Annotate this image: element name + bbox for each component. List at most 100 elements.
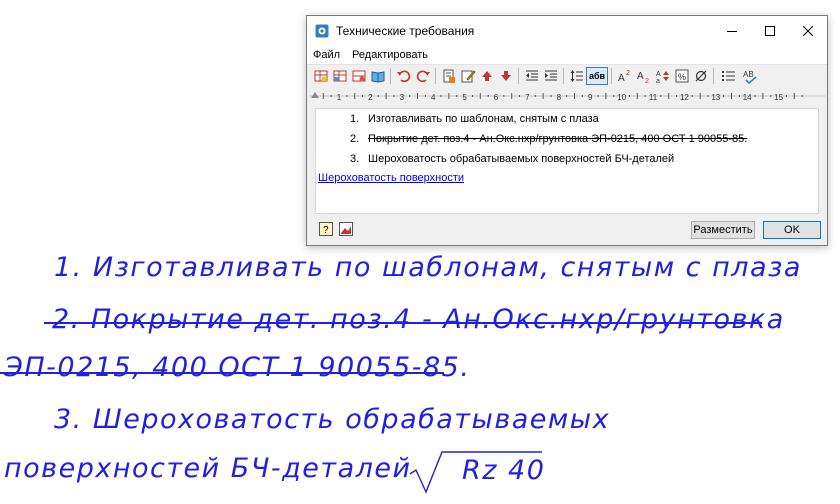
toolbar-separator	[390, 68, 391, 84]
diameter-icon	[695, 70, 706, 82]
edit-button[interactable]	[458, 67, 477, 85]
drawing-line-3b: поверхностей БЧ-деталей	[4, 453, 412, 484]
insert-table-button[interactable]	[311, 67, 330, 85]
undo-button[interactable]	[394, 67, 413, 85]
ruler-scale: 1 2 3 4 5 6 7 8 9 10 11 12 13 14 15	[309, 92, 825, 102]
roughness-value: Rz 40	[462, 455, 546, 486]
list-item: 2. Покрытие дет. поз.4 - Ан.Окс.нхр/грунт…	[350, 133, 747, 145]
subscript-icon: A2	[637, 71, 649, 84]
tech-requirements-dialog: Технические требования Файл Редактироват…	[306, 15, 828, 246]
toolbar: абв A2 A2 Aa % AB	[307, 64, 827, 87]
app-icon	[315, 24, 329, 38]
ruler-number: 7	[525, 93, 530, 102]
toolbar-separator	[611, 68, 612, 84]
ruler-number: 5	[462, 93, 467, 102]
ruler-number: 12	[680, 93, 689, 102]
insert-row-button[interactable]	[349, 67, 368, 85]
svg-text:2: 2	[645, 78, 649, 84]
ruler-number: 14	[743, 93, 752, 102]
text-editor[interactable]: 1. Изготавливать по шаблонам, снятым с пл…	[315, 108, 819, 214]
move-down-icon	[500, 71, 511, 81]
toolbar-separator	[713, 68, 714, 84]
toolbar-separator	[435, 68, 436, 84]
ruler-number: 6	[494, 93, 499, 102]
list-item-text: Изготавливать по шаблонам, снятым с плаз…	[368, 113, 599, 125]
superscript-button[interactable]: A2	[615, 67, 634, 85]
menu-file[interactable]: Файл	[307, 49, 346, 61]
list-item-text: Покрытие дет. поз.4 - Ан.Окс.нхр/грунтов…	[368, 133, 748, 145]
maximize-button[interactable]	[751, 16, 789, 46]
spellcheck-button[interactable]: AB	[741, 67, 760, 85]
ruler-number: 9	[588, 93, 593, 102]
list-item-number: 1.	[350, 113, 360, 125]
paste-icon	[443, 69, 455, 83]
edit-icon	[461, 70, 476, 83]
case-icon: Aa	[656, 71, 669, 84]
bottom-bar: ? Разместить OK	[307, 215, 827, 245]
ruler-number: 1	[337, 93, 342, 102]
list-item: 3. Шероховатость обрабатываемых поверхнос…	[350, 153, 674, 165]
help-icon[interactable]: ?	[319, 222, 333, 236]
indent-increase-button[interactable]	[541, 67, 560, 85]
spellcheck-icon: AB	[743, 70, 757, 84]
subscript-button[interactable]: A2	[634, 67, 653, 85]
ok-button[interactable]: OK	[763, 221, 821, 239]
indent-increase-icon	[544, 70, 557, 81]
text-format-button[interactable]: абв	[586, 67, 608, 85]
minimize-button[interactable]	[713, 16, 751, 46]
close-icon	[803, 26, 813, 36]
place-button[interactable]: Разместить	[691, 221, 755, 239]
move-down-button[interactable]	[496, 67, 515, 85]
book-button[interactable]	[368, 67, 387, 85]
list-item-number: 2.	[350, 133, 360, 145]
line-spacing-icon	[570, 70, 583, 82]
svg-text:A: A	[637, 71, 644, 82]
svg-text:A: A	[618, 73, 625, 84]
insert-table-icon	[314, 70, 327, 82]
superscript-icon: A2	[618, 70, 630, 84]
ruler[interactable]: 1 2 3 4 5 6 7 8 9 10 11 12 13 14 15	[309, 88, 825, 104]
ruler-number: 10	[617, 93, 626, 102]
toolbar-separator	[563, 68, 564, 84]
window-title: Технические требования	[336, 24, 475, 38]
list-icon	[722, 71, 735, 81]
drawing-line-1: 1. Изготавливать по шаблонам, снятым с п…	[54, 252, 802, 283]
ruler-number: 8	[557, 93, 562, 102]
insert-table2-icon	[333, 70, 346, 82]
ruler-number: 4	[431, 93, 436, 102]
minimize-icon	[727, 31, 737, 32]
symbol-icon: %	[675, 69, 688, 83]
text-format-label: абв	[588, 71, 606, 81]
redo-icon	[416, 70, 430, 83]
case-button[interactable]: Aa	[653, 67, 672, 85]
line-spacing-button[interactable]	[567, 67, 586, 85]
menu-edit[interactable]: Редактировать	[346, 49, 434, 61]
svg-text:AB: AB	[743, 70, 754, 79]
insert-table2-button[interactable]	[330, 67, 349, 85]
maximize-icon	[765, 26, 775, 36]
ruler-number: 15	[774, 93, 783, 102]
strikethrough-line	[0, 372, 444, 374]
image-icon[interactable]	[339, 222, 353, 236]
ruler-number: 13	[711, 93, 720, 102]
diameter-button[interactable]	[691, 67, 710, 85]
redo-button[interactable]	[413, 67, 432, 85]
list-item-text: Шероховатость обрабатываемых поверхносте…	[368, 153, 675, 165]
paste-button[interactable]	[439, 67, 458, 85]
roughness-link[interactable]: Шероховатость поверхности	[318, 172, 464, 184]
move-up-button[interactable]	[477, 67, 496, 85]
ruler-indent-marker[interactable]	[311, 92, 319, 98]
book-icon	[371, 71, 384, 83]
svg-text:2: 2	[626, 70, 630, 77]
insert-row-icon	[352, 70, 365, 82]
title-bar[interactable]: Технические требования	[307, 16, 827, 46]
close-button[interactable]	[789, 16, 827, 46]
ruler-number: 3	[400, 93, 405, 102]
symbol-button[interactable]: %	[672, 67, 691, 85]
ruler-number: 11	[649, 93, 658, 102]
list-button[interactable]	[717, 67, 741, 85]
indent-decrease-button[interactable]	[522, 67, 541, 85]
ruler-number: 2	[368, 93, 373, 102]
move-up-icon	[481, 71, 492, 81]
drawing-line-3a: 3. Шероховатость обрабатываемых	[54, 404, 611, 435]
